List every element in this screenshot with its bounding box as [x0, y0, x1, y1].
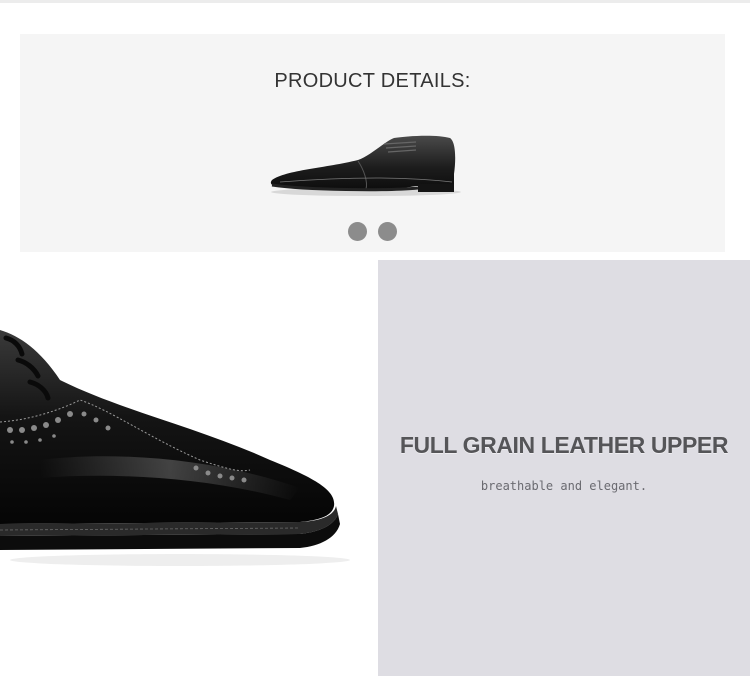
- product-details-title: PRODUCT DETAILS:: [274, 70, 471, 92]
- feature-title: FULL GRAIN LEATHER UPPER: [399, 432, 729, 458]
- product-details-panel: PRODUCT DETAILS:: [20, 34, 725, 252]
- top-divider: [0, 0, 750, 3]
- carousel-dot-1[interactable]: [348, 222, 367, 241]
- shoe-closeup-area: [0, 260, 378, 676]
- carousel-dot-2[interactable]: [378, 222, 397, 241]
- product-shoe-image: [270, 135, 461, 196]
- carousel-dots: [20, 222, 725, 241]
- feature-subtitle: breathable and elegant.: [480, 479, 648, 493]
- feature-info-panel: FULL GRAIN LEATHER UPPER breathable and …: [378, 260, 750, 676]
- brogue-shoe-closeup-image: [0, 330, 350, 566]
